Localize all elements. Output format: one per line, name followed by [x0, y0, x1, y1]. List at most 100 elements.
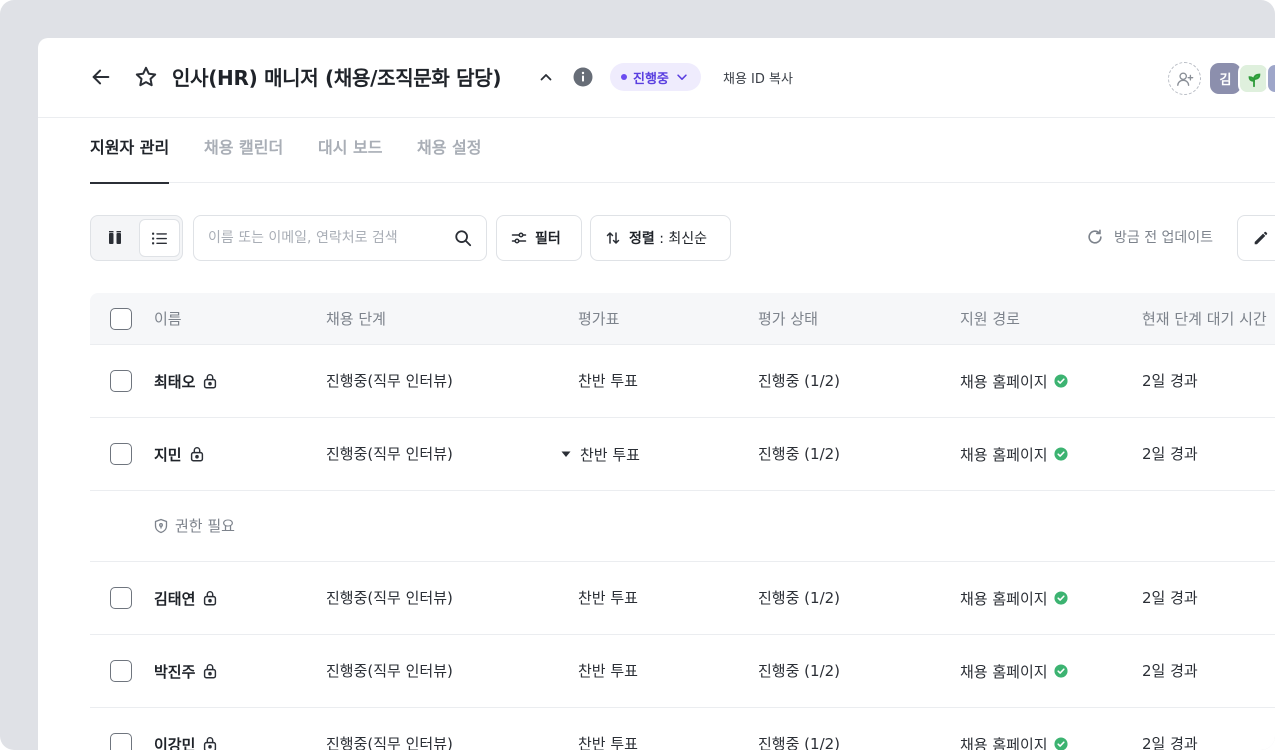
- back-arrow-icon[interactable]: [90, 66, 112, 88]
- column-header-wait[interactable]: 현재 단계 대기 시간: [1142, 293, 1267, 345]
- row-checkbox[interactable]: [110, 370, 132, 392]
- table-row[interactable]: 지민 진행중(직무 인터뷰) 찬반 투표 진행중 (1/2) 채용 홈페이지 2…: [90, 418, 1275, 491]
- list-view-button[interactable]: [139, 219, 180, 257]
- view-toggle: [90, 215, 183, 261]
- filter-button[interactable]: 필터: [496, 215, 582, 261]
- edit-button[interactable]: [1237, 215, 1275, 261]
- tab-calendar[interactable]: 채용 캘린더: [204, 118, 283, 183]
- stage-cell: 진행중(직무 인터뷰): [326, 372, 453, 390]
- eval-cell[interactable]: 찬반 투표: [578, 708, 638, 750]
- chevron-down-icon: [677, 74, 687, 80]
- row-checkbox[interactable]: [110, 587, 132, 609]
- route-label: 채용 홈페이지: [960, 662, 1048, 681]
- applicant-name-cell: 김태연: [154, 562, 219, 634]
- stage-cell: 진행중(직무 인터뷰): [326, 445, 453, 463]
- applicant-name-cell: 최태오: [154, 345, 219, 417]
- sliders-icon: [511, 232, 527, 244]
- status-dropdown[interactable]: 진행중: [610, 63, 701, 91]
- stage-cell: 진행중(직무 인터뷰): [326, 662, 453, 680]
- route-label: 채용 홈페이지: [960, 445, 1048, 464]
- table-header: 이름 채용 단계 평가표 평가 상태 지원 경로 현재 단계 대기 시간: [90, 293, 1275, 345]
- eval-status-cell: 진행중 (1/2): [758, 445, 841, 463]
- table-row[interactable]: 최태오 진행중(직무 인터뷰) 찬반 투표 진행중 (1/2) 채용 홈페이지 …: [90, 345, 1275, 418]
- table-row[interactable]: 박진주 진행중(직무 인터뷰) 찬반 투표 진행중 (1/2) 채용 홈페이지 …: [90, 635, 1275, 708]
- column-header-route[interactable]: 지원 경로: [960, 293, 1020, 345]
- copy-id-button[interactable]: 채용 ID 복사: [723, 68, 793, 87]
- permission-note-label: 권한 필요: [175, 517, 235, 535]
- refresh-icon: [1088, 229, 1102, 244]
- check-circle-icon: [1054, 591, 1068, 605]
- route-cell: 채용 홈페이지: [960, 635, 1068, 707]
- page-title: 인사(HR) 매니저 (채용/조직문화 담당): [172, 66, 502, 90]
- board-view-button[interactable]: [95, 220, 135, 256]
- stage-cell: 진행중(직무 인터뷰): [326, 589, 453, 607]
- wait-cell: 2일 경과: [1142, 445, 1198, 463]
- row-checkbox[interactable]: [110, 733, 132, 750]
- applicant-name-cell: 박진주: [154, 635, 219, 707]
- route-cell: 채용 홈페이지: [960, 708, 1068, 750]
- applicant-name[interactable]: 최태오: [154, 371, 195, 392]
- avatar-more[interactable]: [1266, 63, 1275, 94]
- tab-settings[interactable]: 채용 설정: [417, 118, 481, 183]
- wait-cell: 2일 경과: [1142, 589, 1198, 607]
- lock-icon: [204, 737, 217, 750]
- check-circle-icon: [1054, 664, 1068, 678]
- shield-lock-icon: [154, 518, 168, 534]
- check-circle-icon: [1054, 447, 1068, 461]
- row-checkbox[interactable]: [110, 443, 132, 465]
- eval-status-cell: 진행중 (1/2): [758, 735, 841, 750]
- check-circle-icon: [1054, 737, 1068, 750]
- applicant-name[interactable]: 박진주: [154, 661, 195, 682]
- check-circle-icon: [1054, 374, 1068, 388]
- search-box: [193, 215, 487, 261]
- permission-note: 권한 필요: [153, 491, 235, 561]
- eval-status-cell: 진행중 (1/2): [758, 662, 841, 680]
- refresh-label: 방금 전 업데이트: [1114, 230, 1214, 246]
- columns-icon: [109, 231, 121, 244]
- avatar[interactable]: 김: [1210, 63, 1241, 94]
- sort-button[interactable]: 정렬 : 최신순: [590, 215, 731, 261]
- refresh-button[interactable]: 방금 전 업데이트: [1086, 227, 1213, 247]
- sort-arrows-icon: [606, 232, 620, 244]
- lock-icon: [190, 447, 203, 462]
- search-input[interactable]: [208, 216, 448, 260]
- row-checkbox[interactable]: [110, 660, 132, 682]
- lock-icon: [204, 591, 217, 606]
- sort-text: 정렬 : 최신순: [629, 228, 707, 248]
- stage-cell: 진행중(직무 인터뷰): [326, 735, 453, 750]
- wait-cell: 2일 경과: [1142, 372, 1198, 390]
- avatar-sprout[interactable]: [1238, 63, 1269, 94]
- column-header-eval[interactable]: 평가표: [578, 293, 619, 345]
- column-header-name[interactable]: 이름: [154, 293, 182, 345]
- filter-label: 필터: [535, 231, 561, 247]
- table-row[interactable]: 김태연 진행중(직무 인터뷰) 찬반 투표 진행중 (1/2) 채용 홈페이지 …: [90, 562, 1275, 635]
- status-dot: [621, 74, 627, 80]
- add-user-icon: [1176, 71, 1193, 86]
- info-icon[interactable]: [573, 67, 593, 87]
- applicant-name[interactable]: 지민: [154, 444, 182, 465]
- applicant-name[interactable]: 김태연: [154, 588, 195, 609]
- select-all-checkbox[interactable]: [110, 308, 132, 330]
- main-panel: 인사(HR) 매니저 (채용/조직문화 담당) 진행중 채용 ID 복사 김 지…: [38, 38, 1275, 750]
- search-icon[interactable]: [454, 229, 472, 247]
- applicant-name[interactable]: 이강민: [154, 734, 195, 750]
- route-label: 채용 홈페이지: [960, 735, 1048, 750]
- eval-status-cell: 진행중 (1/2): [758, 589, 841, 607]
- tab-applicants[interactable]: 지원자 관리: [90, 118, 170, 184]
- tab-bar: 지원자 관리 채용 캘린더 대시 보드 채용 설정: [90, 118, 1275, 184]
- eval-cell-expanded[interactable]: 찬반 투표: [561, 418, 640, 490]
- caret-down-icon[interactable]: [560, 448, 572, 460]
- route-label: 채용 홈페이지: [960, 372, 1048, 391]
- tab-dashboard[interactable]: 대시 보드: [318, 118, 382, 183]
- star-icon[interactable]: [134, 65, 158, 89]
- chevron-up-icon[interactable]: [538, 69, 554, 85]
- eval-cell[interactable]: 찬반 투표: [578, 635, 638, 707]
- eval-cell[interactable]: 찬반 투표: [578, 345, 638, 417]
- eval-status-cell: 진행중 (1/2): [758, 372, 841, 390]
- add-member-button[interactable]: [1168, 62, 1201, 95]
- column-header-stage[interactable]: 채용 단계: [326, 293, 386, 345]
- eval-cell[interactable]: 찬반 투표: [578, 562, 638, 634]
- column-header-eval-status[interactable]: 평가 상태: [758, 293, 818, 345]
- table-row[interactable]: 이강민 진행중(직무 인터뷰) 찬반 투표 진행중 (1/2) 채용 홈페이지 …: [90, 708, 1275, 750]
- applicant-name-cell: 지민: [154, 418, 206, 490]
